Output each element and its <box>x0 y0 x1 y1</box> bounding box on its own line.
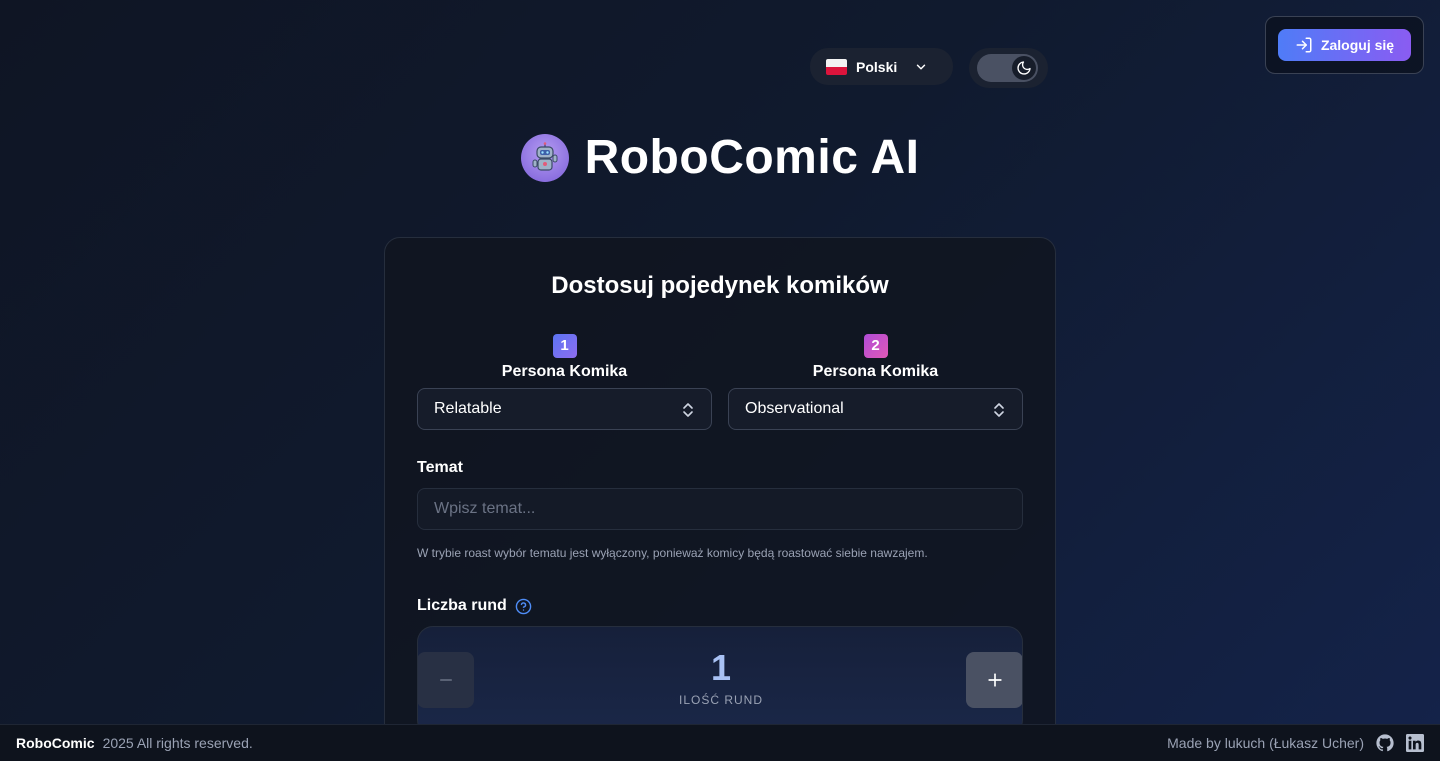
login-panel: Zaloguj się <box>1265 16 1424 74</box>
language-label: Polski <box>856 58 898 75</box>
rounds-stepper: 1 ILOŚĆ RUND <box>417 626 1023 736</box>
chevron-down-icon <box>916 64 926 70</box>
persona-label-1: Persona Komika <box>501 363 628 380</box>
robot-icon <box>520 133 569 182</box>
app-title: RoboComic AI <box>584 131 920 184</box>
poland-flag-icon <box>826 58 847 75</box>
persona-value-2: Observational <box>745 400 844 417</box>
chevron-up-down-icon <box>683 403 693 417</box>
persona-label-2: Persona Komika <box>812 363 939 380</box>
rounds-caption: ILOŚĆ RUND <box>678 693 763 707</box>
rounds-label: Liczba rund <box>417 597 507 614</box>
footer-links: Made by lukuch (Łukasz Ucher) <box>1167 734 1424 752</box>
login-button[interactable]: Zaloguj się <box>1278 29 1411 61</box>
topic-input[interactable] <box>417 488 1023 530</box>
persona-select-1[interactable]: Relatable <box>417 388 712 430</box>
login-label: Zaloguj się <box>1320 37 1395 53</box>
rounds-label-row: Liczba rund <box>417 597 532 615</box>
github-icon[interactable] <box>1376 734 1394 752</box>
persona-value-1: Relatable <box>434 400 502 417</box>
login-arrow-icon <box>1296 37 1312 53</box>
persona-badge-2: 2 <box>863 334 888 358</box>
moon-icon <box>1017 61 1031 75</box>
card-heading: Dostosuj pojedynek komików <box>551 272 889 299</box>
question-circle-icon[interactable] <box>515 598 532 615</box>
persona-badge-1: 1 <box>552 334 577 358</box>
persona-select-2[interactable]: Observational <box>728 388 1023 430</box>
rounds-value: 1 <box>710 647 732 688</box>
topic-label: Temat <box>417 459 463 476</box>
increment-button[interactable] <box>966 652 1022 708</box>
app-header: RoboComic AI <box>0 130 1440 185</box>
theme-toggle-container <box>969 48 1048 88</box>
footer: RoboComic 2025 All rights reserved. Made… <box>0 724 1440 761</box>
topic-note: W trybie roast wybór tematu jest wyłączo… <box>417 546 928 560</box>
plus-icon <box>987 673 1002 687</box>
footer-credit: Made by lukuch (Łukasz Ucher) <box>1167 735 1364 751</box>
footer-copyright: 2025 All rights reserved. <box>102 735 253 751</box>
chevron-up-down-icon <box>994 403 1004 417</box>
theme-toggle-knob <box>1012 56 1036 80</box>
persona-1: 1 Persona Komika Relatable <box>417 334 712 430</box>
footer-brand: RoboComic <box>16 735 95 751</box>
linkedin-icon[interactable] <box>1406 734 1424 752</box>
theme-toggle[interactable] <box>977 54 1038 82</box>
language-select[interactable]: Polski <box>810 48 953 85</box>
persona-2: 2 Persona Komika Observational <box>728 334 1023 430</box>
